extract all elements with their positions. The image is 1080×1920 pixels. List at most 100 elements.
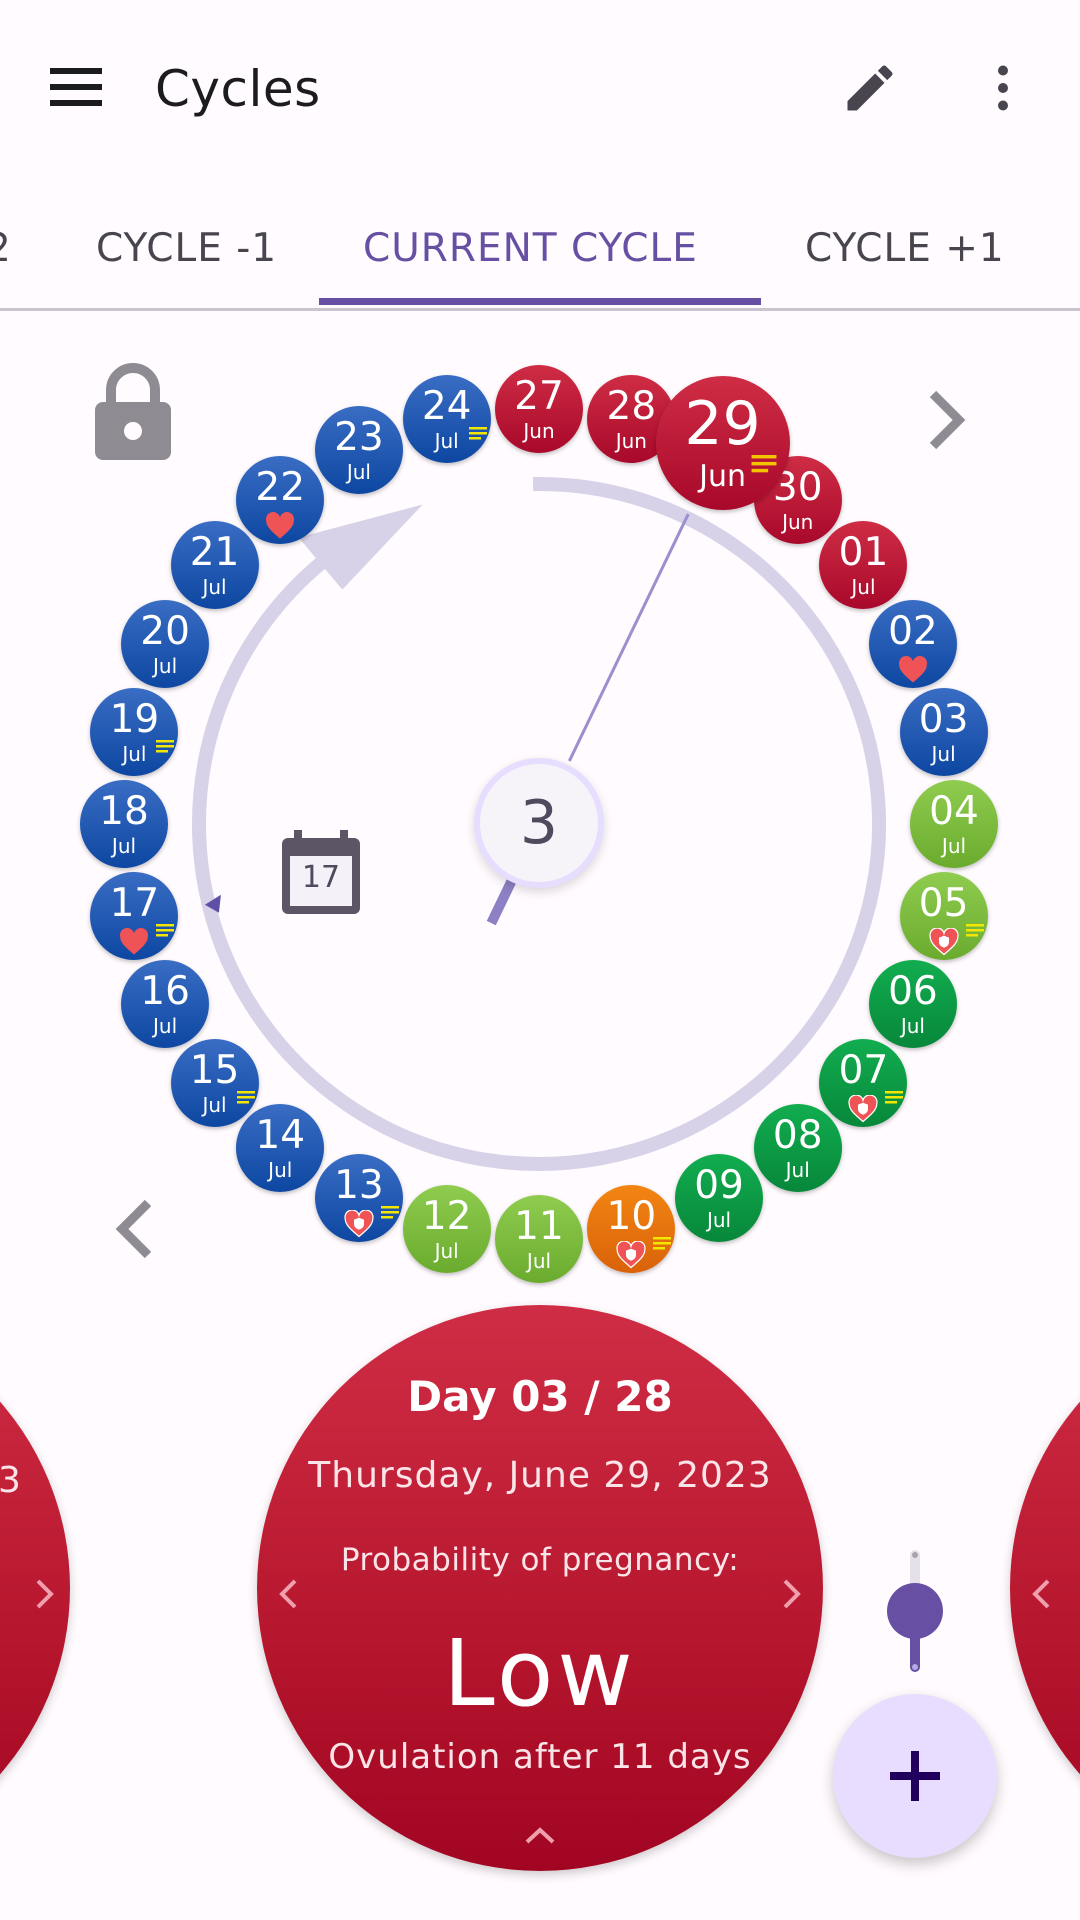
day-number: 07	[838, 1047, 889, 1093]
add-entry-button[interactable]	[833, 1694, 997, 1858]
day-number: 05	[918, 881, 969, 927]
month-label: Jul	[202, 575, 227, 600]
ring-day-02-jul[interactable]: 02	[868, 599, 957, 688]
view-mode-slider[interactable]	[880, 1550, 950, 1680]
ring-day-12-jul[interactable]: 12 Jul	[402, 1184, 491, 1273]
ring-day-04-jul[interactable]: 04 Jul	[910, 780, 998, 868]
day-number: 20	[140, 608, 190, 654]
month-label: Jul	[153, 653, 178, 678]
note-lines-icon	[236, 1089, 255, 1108]
card-prev-chevron-icon[interactable]	[277, 1577, 299, 1615]
note-lines-icon	[653, 1235, 672, 1254]
day-number: 09	[694, 1162, 744, 1208]
month-label: Jul	[941, 834, 967, 858]
day-needle-tail	[486, 875, 518, 926]
ring-day-18-jul[interactable]: 18 Jul	[80, 780, 168, 868]
note-lines-icon	[380, 1204, 399, 1223]
ring-day-01-jul[interactable]: 01 Jul	[819, 521, 908, 610]
ring-day-09-jul[interactable]: 09 Jul	[675, 1153, 764, 1242]
protected-heart-icon	[616, 1240, 646, 1273]
month-label: Jul	[111, 834, 137, 858]
ring-day-10-jul[interactable]: 10	[587, 1184, 676, 1273]
month-label: Jul	[153, 1014, 178, 1039]
ring-day-14-jul[interactable]: 14 Jul	[236, 1104, 325, 1193]
day-number: 27	[514, 374, 564, 419]
month-label: Jul	[346, 460, 371, 485]
ring-day-05-jul[interactable]: 05	[899, 872, 988, 961]
current-day-badge[interactable]: 3	[474, 758, 604, 888]
note-lines-icon	[468, 425, 487, 444]
slider-thumb	[887, 1583, 943, 1639]
day-number: 04	[929, 789, 979, 834]
heart-icon	[898, 655, 928, 688]
heart-icon	[265, 511, 295, 544]
ring-day-15-jul[interactable]: 15 Jul	[170, 1038, 259, 1127]
day-number: 06	[888, 969, 938, 1015]
day-needle	[568, 513, 690, 762]
note-lines-icon	[885, 1089, 904, 1108]
day-number: 23	[334, 415, 384, 461]
ring-day-03-jul[interactable]: 03 Jul	[899, 687, 988, 776]
day-number: 18	[99, 789, 149, 834]
protected-heart-icon	[848, 1094, 879, 1127]
month-label: Jul	[434, 1238, 459, 1263]
day-number: 14	[255, 1113, 306, 1159]
ring-day-13-jul[interactable]: 13	[314, 1153, 403, 1242]
day-number: 08	[772, 1113, 823, 1159]
day-number: 24	[421, 384, 472, 430]
day-number: 19	[109, 696, 160, 742]
previous-card-text: 3	[0, 1460, 21, 1501]
month-label: Jul	[706, 1207, 732, 1232]
card-next-chevron-icon[interactable]	[781, 1577, 803, 1615]
day-number: 13	[334, 1162, 384, 1208]
day-number: 15	[189, 1047, 240, 1093]
note-lines-icon	[156, 738, 175, 757]
note-lines-icon	[156, 922, 175, 941]
ovulation-label: Ovulation after 11 days	[328, 1737, 752, 1777]
month-label: Jun	[523, 419, 555, 443]
ring-day-27-jun[interactable]: 27 Jun	[495, 365, 583, 453]
ring-day-29-jun[interactable]: 29 Jun	[655, 375, 790, 510]
day-number: 29	[684, 388, 761, 459]
ring-day-21-jul[interactable]: 21 Jul	[170, 521, 259, 610]
day-number: 17	[109, 881, 160, 927]
ring-day-23-jul[interactable]: 23 Jul	[314, 406, 403, 495]
ring-day-24-jul[interactable]: 24 Jul	[402, 375, 491, 464]
day-number: 10	[606, 1193, 657, 1239]
card-next-chevron-icon[interactable]	[34, 1577, 56, 1615]
day-number: 01	[838, 530, 889, 576]
ring-day-08-jul[interactable]: 08 Jul	[753, 1104, 842, 1193]
ring-day-19-jul[interactable]: 19 Jul	[90, 687, 179, 776]
ring-day-07-jul[interactable]: 07	[819, 1038, 908, 1127]
ring-day-16-jul[interactable]: 16 Jul	[121, 960, 210, 1049]
cycle-day-label: Day 03 / 28	[407, 1372, 673, 1421]
heart-icon	[119, 928, 149, 960]
ring-day-11-jul[interactable]: 11 Jul	[495, 1195, 583, 1283]
calendar-icon[interactable]: 17	[280, 830, 362, 916]
month-label: Jun	[782, 509, 814, 534]
day-number: 03	[918, 696, 969, 742]
day-number: 02	[888, 608, 938, 654]
month-label: Jul	[900, 1014, 925, 1039]
probability-value: Low	[443, 1620, 637, 1727]
card-prev-chevron-icon[interactable]	[1030, 1577, 1052, 1615]
month-label: Jul	[526, 1249, 552, 1273]
day-number: 12	[421, 1193, 472, 1239]
ring-day-06-jul[interactable]: 06 Jul	[868, 960, 957, 1049]
ring-day-20-jul[interactable]: 20 Jul	[121, 599, 210, 688]
protected-heart-icon	[344, 1209, 374, 1242]
day-info-card[interactable]: Day 03 / 28 Thursday, June 29, 2023 Prob…	[257, 1305, 823, 1871]
month-label: Jul	[851, 575, 876, 600]
probability-label: Probability of pregnancy:	[340, 1542, 740, 1578]
day-number: 11	[514, 1204, 564, 1249]
note-lines-icon	[965, 922, 984, 941]
day-number: 22	[255, 464, 306, 510]
plus-icon	[890, 1751, 940, 1801]
card-expand-chevron-icon[interactable]	[523, 1825, 557, 1849]
protected-heart-icon	[928, 927, 959, 960]
note-lines-icon	[751, 454, 777, 477]
month-label: Jul	[785, 1158, 810, 1183]
day-number: 21	[189, 530, 240, 576]
ring-day-22-jul[interactable]: 22	[236, 455, 325, 544]
calendar-day-number: 17	[301, 860, 341, 895]
